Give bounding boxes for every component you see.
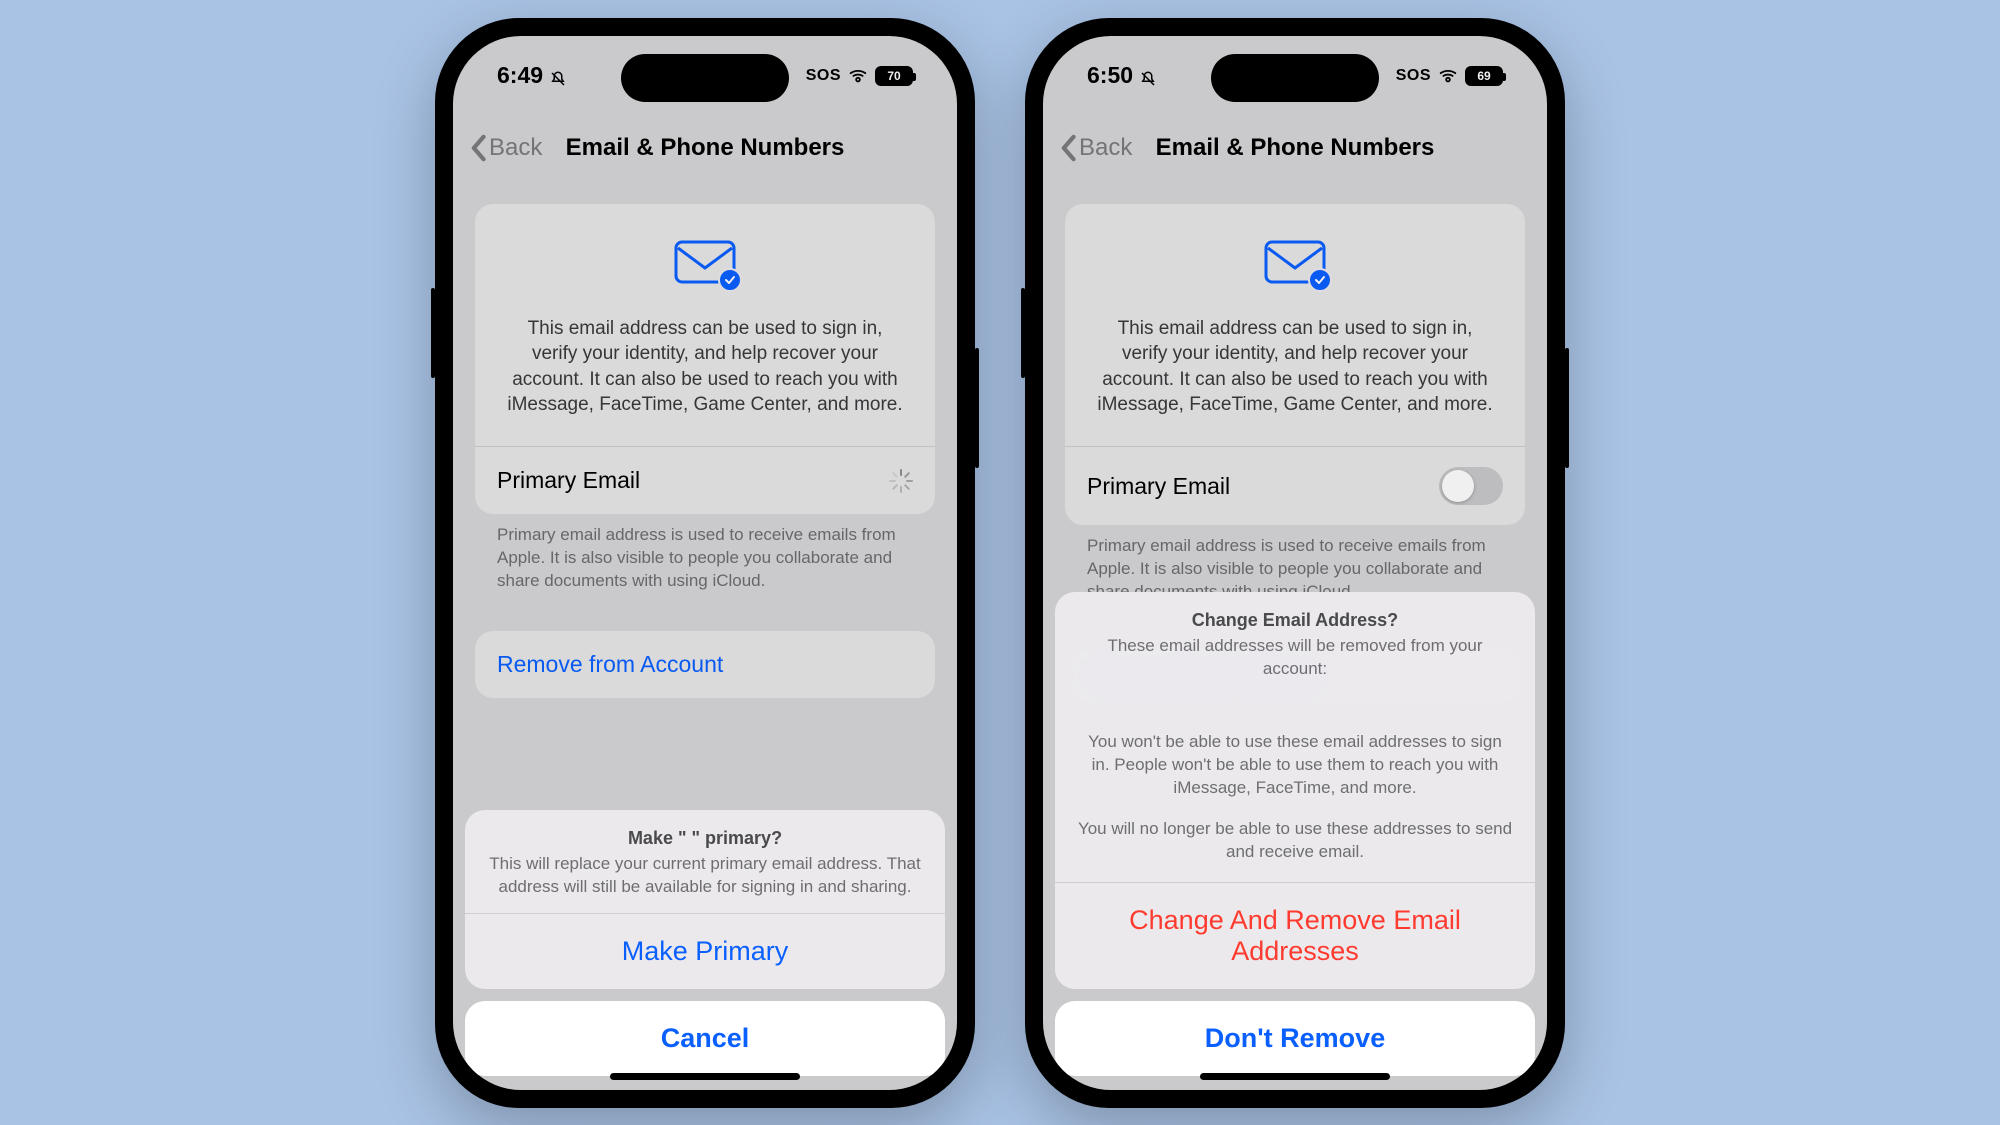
status-sos: SOS: [806, 67, 841, 85]
sheet-paragraph-1: You won't be able to use these email add…: [1055, 731, 1535, 800]
page-title: Email & Phone Numbers: [566, 134, 845, 162]
silent-icon: [1139, 67, 1157, 85]
primary-email-label: Primary Email: [1087, 473, 1230, 500]
cancel-button[interactable]: Cancel: [465, 1001, 945, 1076]
checkmark-badge-icon: [718, 268, 742, 292]
info-card: This email address can be used to sign i…: [1065, 204, 1525, 526]
remove-from-account-button[interactable]: Remove from Account: [475, 631, 935, 698]
screen: 6:49 SOS 70 Back Email & Phone Numbers: [453, 36, 957, 1090]
back-label: Back: [489, 134, 542, 162]
phone-left: 6:49 SOS 70 Back Email & Phone Numbers: [435, 18, 975, 1108]
silent-icon: [549, 67, 567, 85]
make-primary-button[interactable]: Make Primary: [465, 913, 945, 989]
action-sheet: Make " " primary? This will replace your…: [465, 810, 945, 1076]
phone-right: 6:50 SOS 69 Back Email & Phone Numbers: [1025, 18, 1565, 1108]
primary-email-row: Primary Email: [475, 446, 935, 514]
dynamic-island: [1211, 54, 1379, 102]
action-sheet: Change Email Address? These email addres…: [1055, 592, 1535, 1076]
status-time: 6:50: [1087, 62, 1133, 89]
loading-spinner-icon: [889, 469, 913, 493]
battery-icon: 69: [1465, 66, 1503, 86]
wifi-icon: [1437, 62, 1459, 89]
home-indicator[interactable]: [1200, 1073, 1390, 1080]
status-sos: SOS: [1396, 67, 1431, 85]
sheet-subtitle: This will replace your current primary e…: [489, 853, 921, 899]
hero-description: This email address can be used to sign i…: [1093, 316, 1497, 419]
sheet-subtitle: These email addresses will be removed fr…: [1079, 635, 1511, 681]
primary-email-toggle[interactable]: [1439, 467, 1503, 505]
back-button[interactable]: Back: [1059, 116, 1132, 180]
nav-bar: Back Email & Phone Numbers: [453, 116, 957, 180]
sheet-title: Make " " primary?: [489, 828, 921, 849]
sheet-title: Change Email Address?: [1079, 610, 1511, 631]
page-title: Email & Phone Numbers: [1156, 134, 1435, 162]
primary-email-label: Primary Email: [497, 467, 640, 494]
primary-email-footer: Primary email address is used to receive…: [475, 514, 935, 593]
status-time: 6:49: [497, 62, 543, 89]
battery-icon: 70: [875, 66, 913, 86]
nav-bar: Back Email & Phone Numbers: [1043, 116, 1547, 180]
back-button[interactable]: Back: [469, 116, 542, 180]
back-label: Back: [1079, 134, 1132, 162]
dynamic-island: [621, 54, 789, 102]
wifi-icon: [847, 62, 869, 89]
screen: 6:50 SOS 69 Back Email & Phone Numbers: [1043, 36, 1547, 1090]
mail-verified-icon: [674, 238, 736, 286]
checkmark-badge-icon: [1308, 268, 1332, 292]
home-indicator[interactable]: [610, 1073, 800, 1080]
dont-remove-button[interactable]: Don't Remove: [1055, 1001, 1535, 1076]
mail-verified-icon: [1264, 238, 1326, 286]
hero-description: This email address can be used to sign i…: [503, 316, 907, 419]
change-and-remove-button[interactable]: Change And Remove Email Addresses: [1055, 882, 1535, 989]
sheet-paragraph-2: You will no longer be able to use these …: [1055, 818, 1535, 864]
primary-email-row: Primary Email: [1065, 446, 1525, 525]
info-card: This email address can be used to sign i…: [475, 204, 935, 515]
